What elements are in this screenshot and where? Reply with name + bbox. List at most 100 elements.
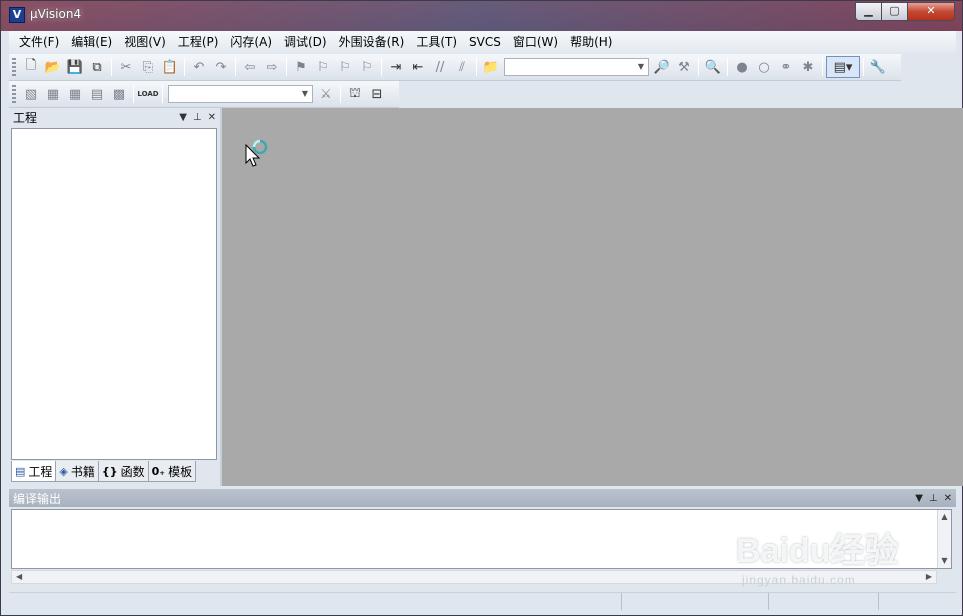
file-toolbar: 🗋 📂 💾 ⧉ ✂ ⎘ 📋 ↶ ↷ ⇦ ⇨ ⚑ ⚐ ⚐ ⚐ ⇥ ⇤ // ⫽ 📁…: [9, 54, 901, 81]
save-icon[interactable]: 💾: [64, 56, 86, 78]
redo-icon[interactable]: ↷: [210, 56, 232, 78]
menu-bar: 文件(F) 编辑(E) 视图(V) 工程(P) 闪存(A) 调试(D) 外围设备…: [9, 31, 956, 53]
title-bar[interactable]: V µVision4 ▁ ▢ ✕: [1, 1, 962, 31]
chevron-down-icon[interactable]: ▼: [179, 112, 187, 123]
toolbar-separator: [133, 85, 134, 103]
bookmark-clear-icon[interactable]: ⚐: [356, 56, 378, 78]
indent-icon[interactable]: ⇥: [385, 56, 407, 78]
toolbar-separator: [727, 58, 728, 76]
project-pane-tabs: ▤ 工程 ◈ 书籍 {} 函数 0₊ 模板: [11, 461, 197, 483]
toolbar-separator: [698, 58, 699, 76]
new-file-icon[interactable]: 🗋: [20, 56, 42, 78]
breakpoint-disable-all-icon[interactable]: ⚭: [775, 56, 797, 78]
maximize-button[interactable]: ▢: [881, 2, 908, 21]
incremental-find-icon[interactable]: ⚒: [673, 56, 695, 78]
download-load-icon[interactable]: LOAD: [137, 83, 159, 105]
main-window: V µVision4 ▁ ▢ ✕ 文件(F) 编辑(E) 视图(V) 工程(P)…: [0, 0, 963, 616]
scroll-right-icon[interactable]: ▶: [926, 571, 932, 583]
cut-icon[interactable]: ✂: [115, 56, 137, 78]
close-icon[interactable]: ✕: [208, 112, 216, 123]
rebuild-icon[interactable]: ▦: [64, 83, 86, 105]
navigate-back-icon[interactable]: ⇦: [239, 56, 261, 78]
scroll-down-icon[interactable]: ▼: [938, 554, 951, 568]
menu-help[interactable]: 帮助(H): [564, 32, 618, 52]
menu-edit[interactable]: 编辑(E): [65, 32, 118, 52]
menu-window[interactable]: 窗口(W): [507, 32, 564, 52]
menu-tools[interactable]: 工具(T): [410, 32, 463, 52]
horizontal-scrollbar[interactable]: ◀ ▶: [11, 570, 937, 584]
status-bar: [9, 592, 956, 610]
tab-functions[interactable]: {} 函数: [97, 461, 149, 482]
uncomment-icon[interactable]: ⫽: [451, 56, 473, 78]
chevron-down-icon[interactable]: ▼: [915, 493, 923, 504]
breakpoint-insert-icon[interactable]: ●: [731, 56, 753, 78]
target-combo[interactable]: ▼: [168, 85, 313, 103]
toolbar-grip[interactable]: [12, 58, 16, 76]
busy-cursor-icon: [245, 139, 268, 167]
tab-templates[interactable]: 0₊ 模板: [147, 461, 197, 482]
find-icon[interactable]: 🔎: [651, 56, 673, 78]
status-cell-target: [622, 593, 769, 610]
manage-components-icon[interactable]: ⛫: [344, 83, 366, 105]
status-cell-position: [769, 593, 879, 610]
menu-debug[interactable]: 调试(D): [278, 32, 333, 52]
tab-books[interactable]: ◈ 书籍: [55, 461, 99, 482]
find-in-files-icon[interactable]: 📁: [480, 56, 502, 78]
save-all-icon[interactable]: ⧉: [86, 56, 108, 78]
debug-session-icon[interactable]: 🔍: [702, 56, 724, 78]
tab-project[interactable]: ▤ 工程: [11, 461, 57, 482]
menu-file[interactable]: 文件(F): [13, 32, 65, 52]
minimize-button[interactable]: ▁: [855, 2, 882, 21]
project-icon: ▤: [15, 464, 26, 478]
paste-icon[interactable]: 📋: [159, 56, 181, 78]
scroll-left-icon[interactable]: ◀: [16, 571, 22, 583]
copy-icon[interactable]: ⎘: [137, 56, 159, 78]
find-combo[interactable]: ▼: [504, 58, 649, 76]
chevron-down-icon[interactable]: ▼: [634, 59, 648, 75]
breakpoint-kill-all-icon[interactable]: ✱: [797, 56, 819, 78]
translate-icon[interactable]: ▧: [20, 83, 42, 105]
close-window-button[interactable]: ✕: [907, 2, 955, 21]
app-icon: V: [9, 7, 25, 23]
pin-icon[interactable]: ⊥: [929, 493, 938, 504]
toolbar-separator: [822, 58, 823, 76]
build-icon[interactable]: ▦: [42, 83, 64, 105]
stop-build-icon[interactable]: ▩: [108, 83, 130, 105]
close-icon[interactable]: ✕: [944, 493, 952, 504]
toolbar-grip[interactable]: [12, 85, 16, 103]
navigate-forward-icon[interactable]: ⇨: [261, 56, 283, 78]
manage-books-icon[interactable]: ⊟: [366, 83, 388, 105]
bookmark-prev-icon[interactable]: ⚐: [312, 56, 334, 78]
vertical-scrollbar[interactable]: ▲ ▼: [937, 510, 951, 568]
scroll-track[interactable]: [938, 524, 951, 554]
menu-view[interactable]: 视图(V): [118, 32, 172, 52]
project-tree[interactable]: [11, 128, 217, 460]
open-folder-icon[interactable]: 📂: [42, 56, 64, 78]
project-pane-title: 工程: [13, 110, 38, 125]
books-icon: ◈: [59, 464, 68, 478]
bookmark-next-icon[interactable]: ⚐: [334, 56, 356, 78]
editor-area[interactable]: [222, 108, 963, 486]
unindent-icon[interactable]: ⇤: [407, 56, 429, 78]
comment-icon[interactable]: //: [429, 56, 451, 78]
breakpoint-disable-icon[interactable]: ○: [753, 56, 775, 78]
undo-icon[interactable]: ↶: [188, 56, 210, 78]
toolbar-separator: [162, 85, 163, 103]
toolbar-separator: [340, 85, 341, 103]
menu-flash[interactable]: 闪存(A): [224, 32, 278, 52]
build-output-text[interactable]: ▲ ▼: [11, 509, 952, 569]
menu-svcs[interactable]: SVCS: [463, 32, 507, 52]
output-pane-title: 编译输出: [13, 491, 62, 506]
bookmark-toggle-icon[interactable]: ⚑: [290, 56, 312, 78]
configure-wrench-icon[interactable]: 🔧: [867, 56, 889, 78]
target-options-icon[interactable]: ⚔: [315, 83, 337, 105]
menu-project[interactable]: 工程(P): [172, 32, 225, 52]
chevron-down-icon[interactable]: ▼: [298, 86, 312, 102]
menu-peripherals[interactable]: 外围设备(R): [333, 32, 411, 52]
batch-build-icon[interactable]: ▤: [86, 83, 108, 105]
toolbar-separator: [381, 58, 382, 76]
tab-project-label: 工程: [28, 464, 53, 479]
pin-icon[interactable]: ⊥: [193, 112, 202, 123]
window-select-icon[interactable]: ▤▾: [826, 56, 860, 78]
scroll-up-icon[interactable]: ▲: [938, 510, 951, 524]
